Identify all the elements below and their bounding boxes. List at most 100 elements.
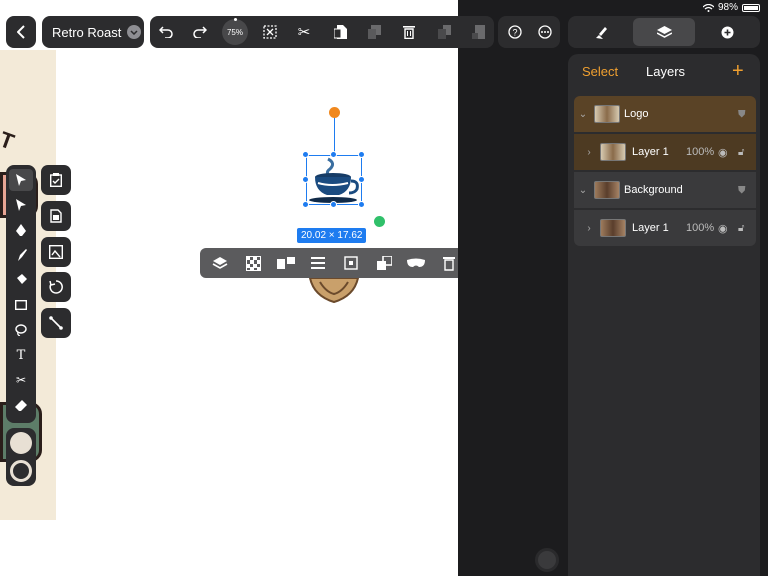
layers-panel: Select Layers + ⌄ Logo ⛊ › Layer 1 100% …: [568, 54, 760, 576]
layers-title: Layers: [646, 64, 686, 79]
fill-color-swatch[interactable]: [10, 432, 32, 454]
brush-tab[interactable]: [570, 18, 632, 46]
rotation-handle[interactable]: [329, 107, 340, 118]
help-icon[interactable]: ?: [501, 16, 529, 48]
back-button[interactable]: [6, 16, 36, 48]
layer-row-logo-layer1[interactable]: › Layer 1 100% ◉ 🔓︎: [574, 134, 756, 170]
zoom-indicator[interactable]: 75%: [222, 18, 248, 45]
add-circle-icon: [721, 26, 733, 38]
resize-handle-b[interactable]: [330, 201, 337, 208]
layer-name: Layer 1: [632, 222, 669, 234]
rotation-line: [334, 117, 335, 155]
layers-icon: [656, 25, 672, 38]
distribute-icon[interactable]: [304, 248, 332, 278]
visibility-eye-icon[interactable]: ◉: [718, 222, 728, 235]
layer-name: Logo: [624, 108, 649, 120]
brush-tool[interactable]: [9, 244, 33, 266]
paste-icon[interactable]: [360, 16, 388, 48]
flip-icon[interactable]: [464, 16, 492, 48]
undo-icon[interactable]: [152, 16, 180, 48]
transparency-icon[interactable]: [239, 248, 267, 278]
rotate-icon[interactable]: [41, 272, 71, 302]
select-all-icon[interactable]: [256, 16, 284, 48]
home-button[interactable]: [535, 548, 559, 572]
layer-thumbnail: [594, 181, 620, 199]
layer-name: Layer 1: [632, 146, 669, 158]
layer-thumbnail: [600, 143, 626, 161]
layer-name: Background: [624, 184, 683, 196]
tools-palette: T ✂: [6, 165, 36, 423]
zoom-level: 75%: [226, 27, 243, 37]
resize-handle-r[interactable]: [358, 176, 365, 183]
duplicate-icon[interactable]: [430, 16, 458, 48]
image-import-icon[interactable]: [41, 237, 71, 267]
chevron-right-icon[interactable]: ›: [584, 147, 594, 158]
visibility-eye-icon[interactable]: ◉: [718, 146, 728, 159]
mask-icon[interactable]: ⛊: [738, 185, 746, 196]
artwork-text: T: [0, 126, 18, 155]
scale-icon[interactable]: [41, 308, 71, 338]
wifi-icon: [702, 3, 714, 12]
scissors-tool[interactable]: ✂: [9, 369, 33, 391]
lock-icon[interactable]: 🔓︎: [738, 147, 744, 158]
battery-text: 98%: [717, 2, 738, 13]
text-tool[interactable]: T: [9, 344, 33, 366]
select-button[interactable]: Select: [582, 64, 618, 79]
delete-icon[interactable]: [395, 16, 423, 48]
clipboard-icon[interactable]: [41, 165, 71, 195]
resize-handle-t[interactable]: [330, 151, 337, 158]
layer-opacity[interactable]: 100%: [686, 222, 714, 234]
pen-tool[interactable]: [9, 219, 33, 241]
redo-icon[interactable]: [186, 16, 214, 48]
resize-handle-l[interactable]: [302, 176, 309, 183]
help-toolbar: ?: [498, 16, 560, 48]
mask-icon[interactable]: [402, 248, 430, 278]
layer-row-logo[interactable]: ⌄ Logo ⛊: [574, 96, 756, 132]
context-toolbar: [200, 248, 468, 278]
fill-tool[interactable]: [9, 269, 33, 291]
rectangle-tool[interactable]: [9, 294, 33, 316]
brush-settings-icon: [595, 26, 607, 39]
chevron-down-icon[interactable]: ⌄: [578, 109, 588, 120]
svg-text:?: ?: [512, 28, 517, 38]
layer-row-background-layer1[interactable]: › Layer 1 100% ◉ 🔓︎: [574, 210, 756, 246]
panel-tabs: [568, 16, 760, 48]
lock-icon[interactable]: 🔓︎: [738, 223, 744, 234]
layer-thumbnail: [594, 105, 620, 123]
document-title-button[interactable]: Retro Roast: [42, 16, 144, 48]
resize-handle-br[interactable]: [358, 201, 365, 208]
resize-handle-tl[interactable]: [302, 151, 309, 158]
flower-illustration[interactable]: [306, 278, 362, 306]
skew-handle[interactable]: [374, 216, 385, 227]
more-icon[interactable]: [531, 16, 559, 48]
selection-box[interactable]: [306, 155, 362, 205]
resize-handle-bl[interactable]: [302, 201, 309, 208]
add-layer-button[interactable]: +: [732, 60, 744, 83]
add-tab[interactable]: [696, 18, 758, 46]
crop-icon[interactable]: [337, 248, 365, 278]
color-swatches: [6, 428, 36, 486]
chevron-down-icon[interactable]: ⌄: [578, 185, 588, 196]
chevron-right-icon[interactable]: ›: [584, 223, 594, 234]
layers-tab[interactable]: [633, 18, 695, 46]
direct-select-tool[interactable]: [9, 194, 33, 216]
resize-handle-tr[interactable]: [358, 151, 365, 158]
move-tool[interactable]: [9, 169, 33, 191]
eraser-tool[interactable]: [9, 394, 33, 416]
mask-icon[interactable]: ⛊: [738, 109, 746, 120]
chevron-left-icon: [17, 25, 25, 39]
combine-icon[interactable]: [370, 248, 398, 278]
layer-row-background[interactable]: ⌄ Background ⛊: [574, 172, 756, 208]
arrange-icon[interactable]: [206, 248, 234, 278]
layer-opacity[interactable]: 100%: [686, 146, 714, 158]
battery-icon: [742, 3, 760, 12]
copy-icon[interactable]: [326, 16, 354, 48]
lasso-tool[interactable]: [9, 319, 33, 341]
align-icon[interactable]: [272, 248, 300, 278]
layer-thumbnail: [600, 219, 626, 237]
cut-icon[interactable]: ✂: [290, 16, 318, 48]
canvas[interactable]: T P. 20.02 × 17.62: [0, 0, 468, 576]
stroke-color-swatch[interactable]: [10, 460, 32, 482]
chevron-down-icon: [127, 25, 142, 39]
paste-doc-icon[interactable]: [41, 201, 71, 231]
